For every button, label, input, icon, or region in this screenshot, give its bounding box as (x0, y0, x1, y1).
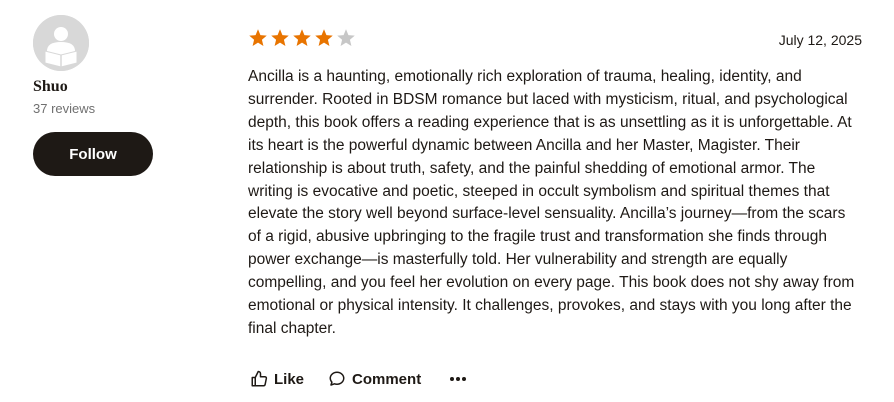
thumbs-up-icon (251, 370, 268, 387)
review-date[interactable]: July 12, 2025 (779, 32, 862, 48)
star-filled-icon (249, 29, 267, 46)
review-text: Ancilla is a haunting, emotionally rich … (248, 68, 855, 337)
star-empty-icon (337, 29, 355, 46)
reviewer-profile: Shuo 37 reviews Follow (33, 15, 173, 176)
more-dots-icon (450, 377, 467, 381)
comment-label: Comment (352, 370, 422, 388)
reviewer-avatar[interactable] (33, 15, 89, 71)
comment-button[interactable]: Comment (328, 370, 421, 388)
review-actions: Like Comment (250, 368, 467, 390)
star-filled-icon (271, 29, 289, 46)
reader-silhouette-icon (33, 15, 89, 71)
more-options-button[interactable] (449, 376, 467, 382)
star-filled-icon (293, 29, 311, 46)
like-button[interactable]: Like (250, 370, 304, 388)
review-card: Shuo 37 reviews Follow July 12, 2025 Anc… (0, 0, 894, 402)
reviewer-review-count: 37 reviews (33, 101, 96, 116)
follow-button[interactable]: Follow (33, 132, 153, 176)
star-filled-icon (315, 29, 333, 46)
star-rating (248, 28, 356, 48)
reviewer-name[interactable]: Shuo (33, 77, 173, 97)
speech-bubble-icon (329, 371, 345, 386)
like-label: Like (274, 370, 305, 388)
